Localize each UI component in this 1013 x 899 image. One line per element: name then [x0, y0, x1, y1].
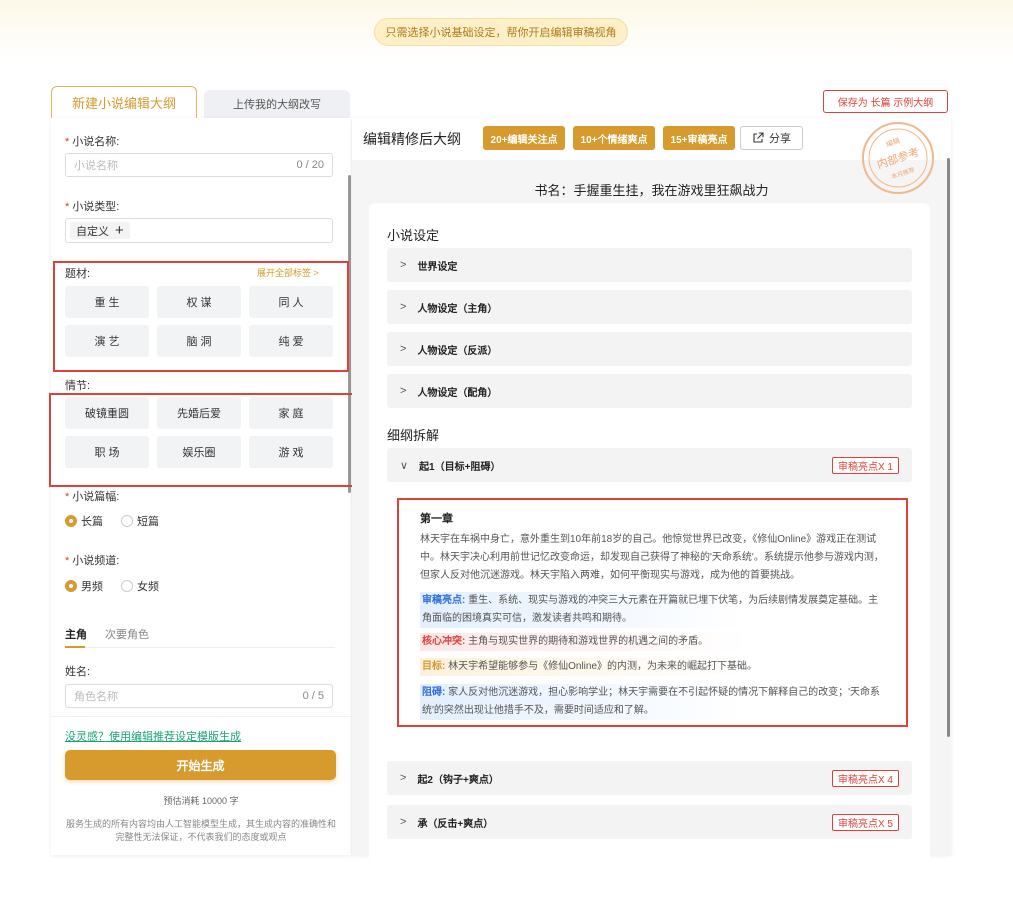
- role-tab-underline: [65, 646, 85, 648]
- accordion-label: 承（反击+爽点）: [417, 818, 494, 830]
- plot-highlight-box: [49, 393, 355, 487]
- setting-accordion[interactable]: > 人物设定（配角）: [387, 374, 912, 408]
- chevron-right-icon: >: [400, 816, 407, 828]
- chevron-right-icon: >: [400, 301, 407, 313]
- outline-section-title: 细纲拆解: [387, 428, 440, 443]
- cost-estimate: 预估消耗 10000 字: [163, 796, 239, 806]
- chapter-goal: 目标: 林天宇希望能够参与《修仙Online》的内测，为未来的崛起打下基础。: [420, 658, 886, 676]
- chevron-right-icon: >: [400, 259, 407, 271]
- role-tabs-divider: [65, 647, 335, 648]
- right-scrollbar[interactable]: [947, 158, 950, 737]
- chapter-obstacle-text: 家人反对他沉迷游戏，担心影响学业；林天宇需要在不引起怀疑的情况下解释自己的改变；…: [422, 687, 881, 716]
- radio-female-label[interactable]: 女频: [137, 578, 159, 594]
- radio-short-label[interactable]: 短篇: [137, 513, 159, 529]
- accordion-label: 起1（目标+阻碍）: [419, 461, 501, 473]
- info-banner: 只需选择小说基础设定，帮你开启编辑审稿视角: [374, 18, 628, 46]
- accordion-label: 世界设定: [417, 261, 458, 273]
- review-highlight-key: 审稿亮点:: [422, 595, 466, 606]
- radio-male-label[interactable]: 男频: [81, 578, 103, 594]
- tab-secondary-role[interactable]: 次要角色: [105, 626, 149, 642]
- feature-badge: 15+审稿亮点: [663, 126, 735, 150]
- chevron-down-icon: ∨: [400, 459, 409, 472]
- highlight-count-badge: 审稿亮点X 5: [831, 814, 899, 831]
- plot-label: 情节:: [65, 380, 91, 392]
- channel-label: * 小说频道:: [65, 555, 120, 567]
- radio-long[interactable]: [65, 515, 77, 527]
- book-name: 书名：手握重生挂，我在游戏里狂飙战力: [534, 183, 769, 198]
- feature-badge: 20+编辑关注点: [483, 126, 565, 150]
- tab-new-outline[interactable]: 新建小说编辑大纲: [51, 86, 197, 118]
- stamp-middle-text: 内部参考: [875, 145, 921, 172]
- stamp-top-text: 编辑: [885, 136, 901, 149]
- role-name-input[interactable]: 角色名称 0 / 5: [65, 684, 333, 708]
- novel-name-counter: 0 / 20: [296, 159, 324, 171]
- outline-accordion[interactable]: ∨ 起1（目标+阻碍） 审稿亮点X 1: [387, 448, 912, 482]
- chapter-obstacle: 阻碍: 家人反对他沉迷游戏，担心影响学业；林天宇需要在不引起怀疑的情况下解释自己…: [420, 684, 886, 720]
- length-label: * 小说篇幅:: [65, 491, 120, 503]
- radio-female[interactable]: [121, 580, 133, 592]
- save-example-button[interactable]: 保存为 长篇 示例大纲: [823, 90, 948, 113]
- accordion-label: 起2（钩子+爽点）: [417, 774, 499, 786]
- chapter-goal-key: 目标:: [422, 661, 446, 672]
- review-highlight-text: 重生、系统、现实与游戏的冲突三大元素在开篇就已埋下伏笔，为后续剧情发展奠定基础。…: [422, 595, 879, 624]
- setting-accordion[interactable]: > 人物设定（主角）: [387, 290, 912, 324]
- radio-male[interactable]: [65, 580, 77, 592]
- theme-highlight-box: [53, 261, 349, 372]
- outline-accordion[interactable]: > 承（反击+爽点） 审稿亮点X 5: [387, 805, 912, 839]
- role-tabs: 主角 次要角色: [65, 626, 149, 642]
- setting-accordion[interactable]: > 世界设定: [387, 248, 912, 282]
- channel-radio-group: 男频 女频: [65, 578, 173, 594]
- role-name-counter: 0 / 5: [302, 690, 324, 702]
- feature-badge: 10+个情绪爽点: [573, 126, 655, 150]
- chapter-obstacle-key: 阻碍:: [422, 687, 446, 698]
- stamp-bottom-text: 本月推荐: [890, 166, 915, 181]
- generate-button[interactable]: 开始生成: [65, 750, 336, 780]
- tab-main-role[interactable]: 主角: [65, 626, 87, 642]
- setting-section-title: 小说设定: [387, 228, 440, 243]
- role-name-placeholder: 角色名称: [74, 691, 118, 703]
- chevron-right-icon: >: [400, 343, 407, 355]
- accordion-label: 人物设定（反派）: [417, 345, 498, 357]
- core-conflict: 核心冲突: 主角与现实世界的期待和游戏世界的机遇之间的矛盾。: [420, 633, 886, 651]
- novel-name-label: * 小说名称:: [65, 136, 120, 148]
- novel-type-select[interactable]: 自定义 +: [65, 218, 333, 243]
- novel-name-placeholder: 小说名称: [74, 160, 118, 172]
- highlight-count-badge: 审稿亮点X 1: [831, 457, 899, 474]
- plus-icon[interactable]: +: [115, 223, 124, 238]
- core-conflict-text: 主角与现实世界的期待和游戏世界的机遇之间的矛盾。: [468, 636, 709, 647]
- highlight-count-badge: 审稿亮点X 4: [831, 770, 899, 787]
- setting-accordion[interactable]: > 人物设定（反派）: [387, 332, 912, 366]
- outline-title: 编辑精修后大纲: [363, 131, 461, 147]
- custom-type-label: 自定义: [76, 225, 109, 238]
- chapter-body: 林天宇在车祸中身亡，意外重生到10年前18岁的自己。他惊觉世界已改变，《修仙On…: [420, 534, 884, 581]
- role-name-label: 姓名:: [65, 666, 91, 678]
- custom-type-chip[interactable]: 自定义 +: [70, 222, 130, 239]
- accordion-label: 人物设定（主角）: [417, 303, 498, 315]
- novel-name-input[interactable]: 小说名称 0 / 20: [65, 153, 333, 177]
- novel-type-label: * 小说类型:: [65, 201, 120, 213]
- radio-short[interactable]: [121, 515, 133, 527]
- share-button[interactable]: 分享: [740, 126, 803, 150]
- share-label: 分享: [769, 133, 791, 145]
- length-radio-group: 长篇 短篇: [65, 513, 173, 529]
- outline-accordion[interactable]: > 起2（钩子+爽点） 审稿亮点X 4: [387, 761, 912, 795]
- template-link[interactable]: 没灵感？使用编辑推荐设定模版生成: [65, 728, 241, 744]
- chapter-goal-text: 林天宇希望能够参与《修仙Online》的内测，为未来的崛起打下基础。: [448, 661, 758, 672]
- review-highlight: 审稿亮点: 重生、系统、现实与游戏的冲突三大元素在开篇就已埋下伏笔，为后续剧情发…: [420, 592, 886, 628]
- share-icon: [753, 132, 764, 143]
- accordion-label: 人物设定（配角）: [417, 387, 498, 399]
- chevron-right-icon: >: [400, 385, 407, 397]
- chevron-right-icon: >: [400, 772, 407, 784]
- chapter-title: 第一章: [420, 513, 453, 525]
- core-conflict-key: 核心冲突:: [422, 636, 466, 647]
- tab-upload-outline[interactable]: 上传我的大纲改写: [204, 90, 350, 118]
- disclaimer: 服务生成的所有内容均由人工智能模型生成，其生成内容的准确性和完整性无法保证，不代…: [65, 819, 336, 842]
- radio-long-label[interactable]: 长篇: [81, 513, 103, 529]
